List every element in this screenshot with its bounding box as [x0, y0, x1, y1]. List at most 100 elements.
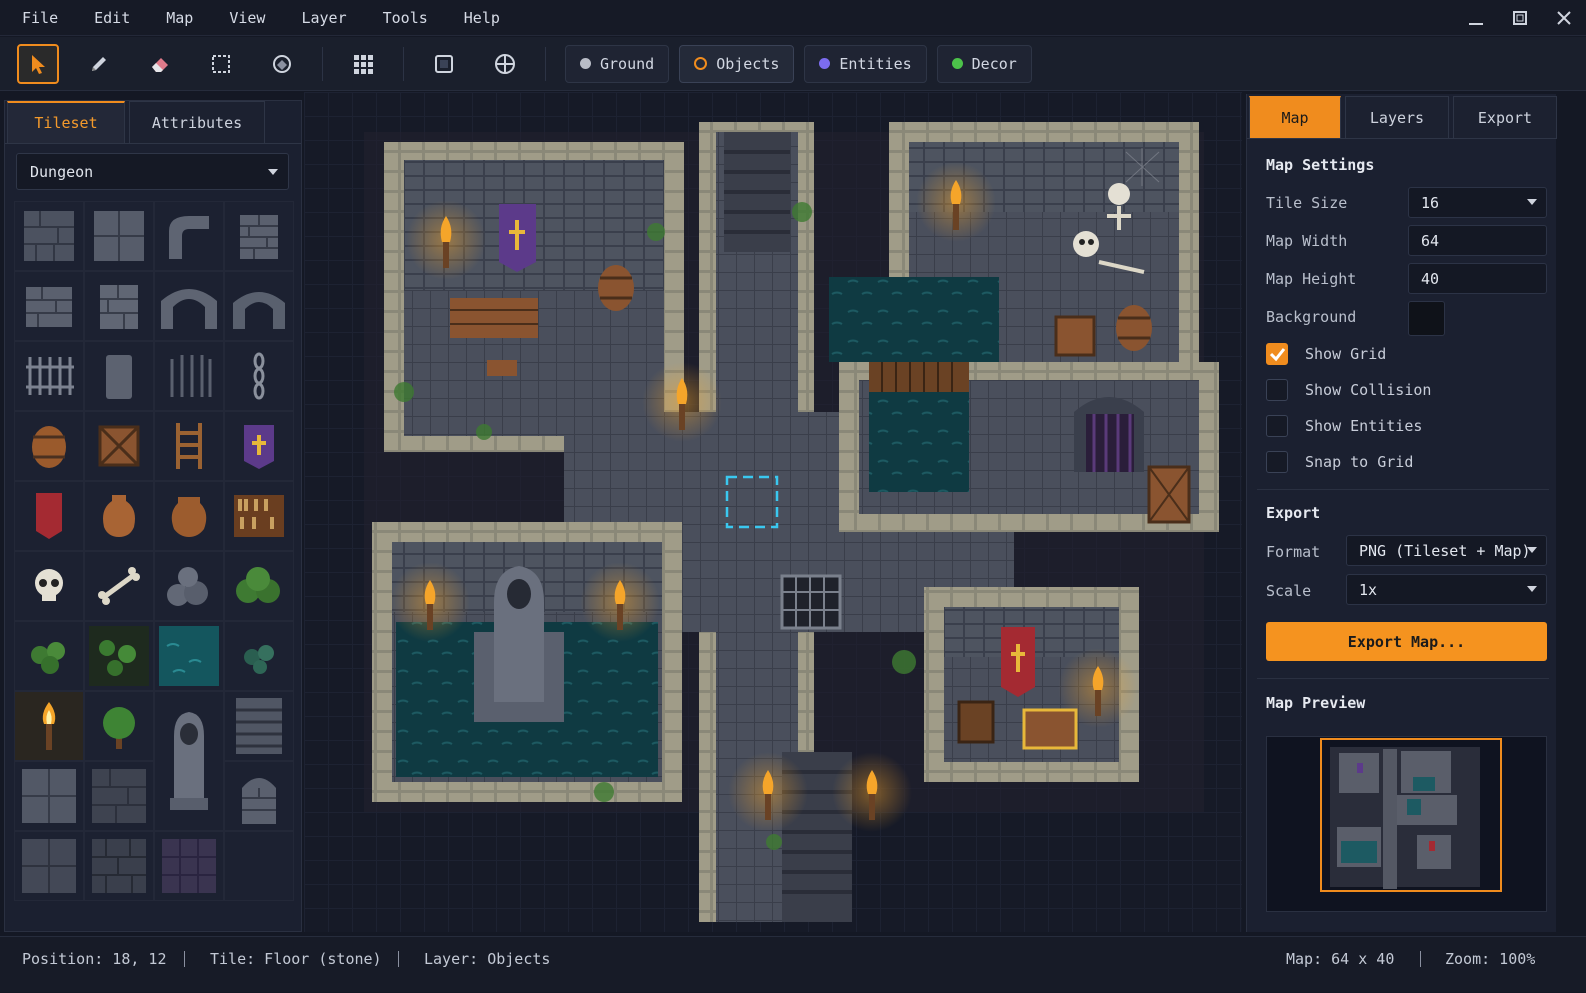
- tileset-dropdown-value: Dungeon: [30, 162, 94, 181]
- menu-edit[interactable]: Edit: [76, 0, 148, 36]
- tile-cracked-floor[interactable]: [14, 831, 84, 901]
- status-bar: Position: 18, 12 Tile: Floor (stone) Lay…: [0, 936, 1586, 992]
- tile-dark-floor[interactable]: [84, 761, 154, 831]
- pencil-icon: [92, 56, 106, 71]
- tile-clay-pot-2[interactable]: [154, 481, 224, 551]
- show-grid-checkbox[interactable]: [1266, 343, 1288, 365]
- marquee-select-icon: [212, 54, 230, 73]
- tile-clay-pot[interactable]: [84, 481, 154, 551]
- brick-wall-icon: [100, 285, 138, 329]
- red-banner-icon: [36, 493, 62, 539]
- tile-brick-wall-2[interactable]: [14, 271, 84, 341]
- dark-brick-icon: [92, 839, 146, 893]
- tile-brick-wall-3[interactable]: [84, 271, 154, 341]
- tile-stone-pillar[interactable]: [84, 341, 154, 411]
- scale-dropdown[interactable]: 1x: [1346, 574, 1547, 605]
- tile-stone-floor-3[interactable]: [14, 761, 84, 831]
- tile-stone-stairs[interactable]: [224, 691, 294, 761]
- tile-stone-floor-2[interactable]: [84, 201, 154, 271]
- pencil-tool-button[interactable]: [78, 44, 120, 84]
- tile-tree[interactable]: [84, 691, 154, 761]
- tile-bone[interactable]: [84, 551, 154, 621]
- tab-tileset[interactable]: Tileset: [7, 101, 125, 143]
- minimize-button[interactable]: [1454, 0, 1498, 36]
- map-preview[interactable]: [1266, 736, 1547, 912]
- iron-fence-icon: [26, 357, 74, 395]
- tile-hooded-statue[interactable]: [154, 691, 224, 831]
- map-canvas[interactable]: [304, 92, 1242, 932]
- tile-water-plants[interactable]: [224, 621, 294, 691]
- tile-empty[interactable]: [224, 831, 294, 901]
- show-collision-checkbox[interactable]: [1266, 379, 1288, 401]
- tile-wall-corner[interactable]: [154, 201, 224, 271]
- tile-ladder[interactable]: [154, 411, 224, 481]
- layer-ground-dot-icon: [580, 58, 591, 69]
- tile-torch[interactable]: [14, 691, 84, 761]
- stone-pillar-icon: [106, 355, 132, 399]
- menu-map[interactable]: Map: [148, 0, 211, 36]
- menu-help[interactable]: Help: [446, 0, 518, 36]
- tile-dark-brick[interactable]: [84, 831, 154, 901]
- tile-brick-wall[interactable]: [224, 201, 294, 271]
- layer-objects-button[interactable]: Objects: [679, 44, 795, 83]
- show-entities-checkbox[interactable]: [1266, 415, 1288, 437]
- menu-file[interactable]: File: [0, 0, 76, 36]
- eraser-tool-button[interactable]: [139, 44, 181, 84]
- frame-tool-button[interactable]: [423, 44, 465, 84]
- close-button[interactable]: [1542, 0, 1586, 36]
- grid-toggle-button[interactable]: [342, 44, 384, 84]
- maximize-button[interactable]: [1498, 0, 1542, 36]
- tile-bookshelf[interactable]: [224, 481, 294, 551]
- tile-purple-banner[interactable]: [224, 411, 294, 481]
- tile-red-banner[interactable]: [14, 481, 84, 551]
- status-position: Position: 18, 12: [22, 950, 167, 968]
- layer-entities-label: Entities: [839, 54, 912, 73]
- tile-bush[interactable]: [224, 551, 294, 621]
- bush-icon: [236, 567, 280, 603]
- tile-moss[interactable]: [14, 621, 84, 691]
- tile-stone-floor[interactable]: [14, 201, 84, 271]
- background-color-swatch[interactable]: [1408, 301, 1445, 336]
- tileset-dropdown[interactable]: Dungeon: [16, 153, 289, 190]
- layer-ground-button[interactable]: Ground: [565, 44, 670, 83]
- tile-purple-floor[interactable]: [154, 831, 224, 901]
- menu-view[interactable]: View: [211, 0, 283, 36]
- stamp-tool-button[interactable]: [484, 44, 526, 84]
- tile-water[interactable]: [154, 621, 224, 691]
- rect-select-tool-button[interactable]: [200, 44, 242, 84]
- tile-iron-fence[interactable]: [14, 341, 84, 411]
- stone-floor-icon: [22, 769, 76, 823]
- tab-attributes[interactable]: Attributes: [129, 101, 265, 143]
- tab-layers[interactable]: Layers: [1345, 96, 1449, 138]
- tile-chain[interactable]: [224, 341, 294, 411]
- tile-arch[interactable]: [154, 271, 224, 341]
- tile-skull[interactable]: [14, 551, 84, 621]
- layer-entities-button[interactable]: Entities: [804, 44, 927, 83]
- tile-gravestone[interactable]: [224, 761, 294, 831]
- stone-floor-icon: [94, 211, 144, 261]
- select-tool-button[interactable]: [17, 43, 59, 84]
- tile-rubble[interactable]: [154, 551, 224, 621]
- format-dropdown[interactable]: PNG (Tileset + Map): [1346, 535, 1547, 566]
- fill-tool-button[interactable]: [261, 44, 303, 84]
- menu-tools[interactable]: Tools: [365, 0, 446, 36]
- tab-export[interactable]: Export: [1453, 96, 1557, 138]
- export-map-button[interactable]: Export Map...: [1266, 622, 1547, 661]
- tile-crate[interactable]: [84, 411, 154, 481]
- tile-iron-bars[interactable]: [154, 341, 224, 411]
- tile-arch-2[interactable]: [224, 271, 294, 341]
- cursor-arrow-icon: [32, 54, 45, 74]
- map-height-input[interactable]: 40: [1408, 263, 1547, 294]
- menu-layer[interactable]: Layer: [283, 0, 364, 36]
- moss-icon: [31, 642, 65, 674]
- layer-decor-button[interactable]: Decor: [936, 44, 1032, 83]
- cracked-floor-icon: [22, 839, 76, 893]
- tab-map[interactable]: Map: [1249, 96, 1341, 138]
- snap-to-grid-checkbox[interactable]: [1266, 451, 1288, 473]
- tile-size-dropdown[interactable]: 16: [1408, 187, 1547, 218]
- map-width-input[interactable]: 64: [1408, 225, 1547, 256]
- tile-grass[interactable]: [84, 621, 154, 691]
- show-entities-label: Show Entities: [1305, 417, 1423, 435]
- tile-barrel[interactable]: [14, 411, 84, 481]
- map-height-label: Map Height: [1266, 270, 1357, 288]
